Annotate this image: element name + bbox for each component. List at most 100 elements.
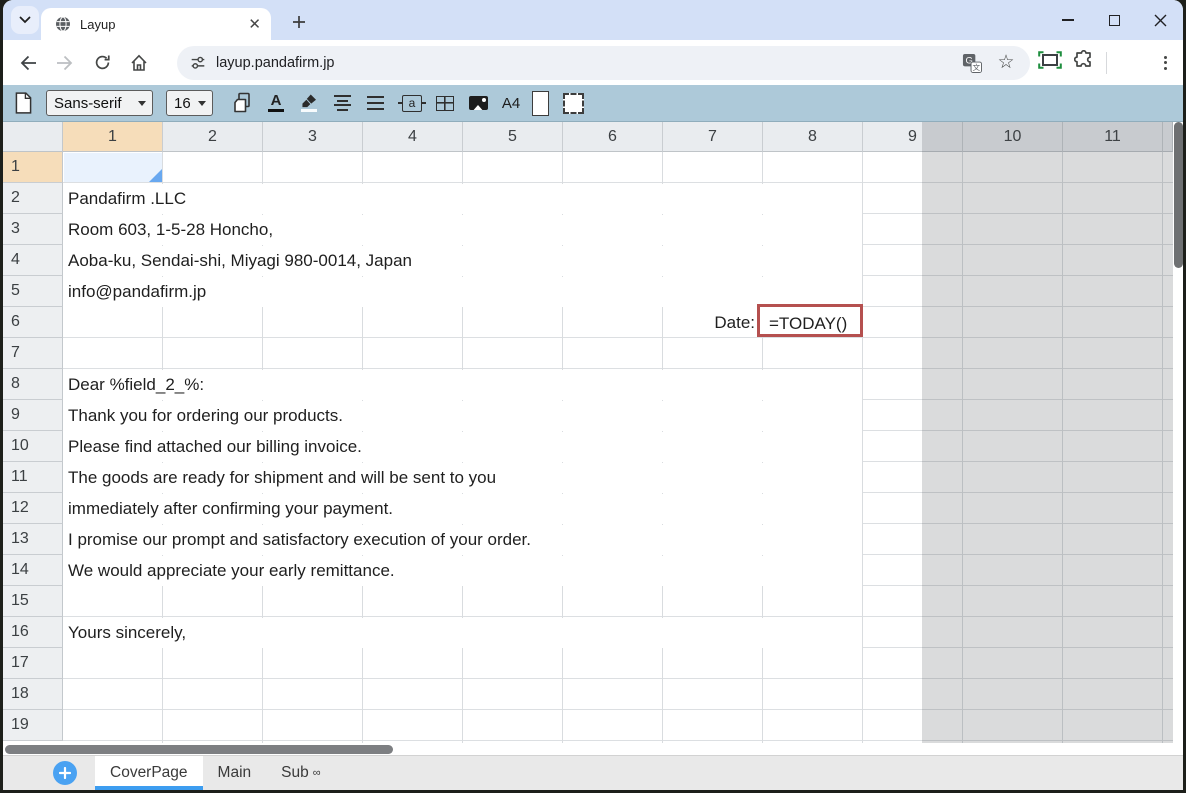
column-header-5[interactable]: 5 [463,122,563,152]
grid-corner-box[interactable] [3,122,63,152]
window-maximize-button[interactable] [1091,0,1137,40]
column-header-3[interactable]: 3 [263,122,363,152]
row-header-11[interactable]: 11 [3,462,63,493]
column-header-6[interactable]: 6 [563,122,663,152]
row-header-1[interactable]: 1 [3,152,63,183]
row-header-8[interactable]: 8 [3,369,63,400]
vertical-scrollbar-thumb[interactable] [1174,122,1183,268]
text-row-13[interactable]: I promise our prompt and satisfactory ex… [63,525,862,555]
window-minimize-button[interactable] [1045,0,1091,40]
row-header-5[interactable]: 5 [3,276,63,307]
font-family-select[interactable]: Sans-serif [46,90,153,116]
text-row-2[interactable]: Pandafirm .LLC [63,184,862,214]
column-header-2[interactable]: 2 [163,122,263,152]
spreadsheet-grid: 1234567891011 12345678910111213141516171… [3,122,1183,743]
row-header-12[interactable]: 12 [3,493,63,524]
insert-image-button[interactable] [468,96,488,110]
text-row-9[interactable]: Thank you for ordering our products. [63,401,862,431]
row-header-16[interactable]: 16 [3,617,63,648]
column-header-1[interactable]: 1 [63,122,163,152]
row-header-4[interactable]: 4 [3,245,63,276]
screen-capture-extension-button[interactable] [1038,51,1062,74]
browser-tabstrip: Layup ✕ [3,0,1183,40]
extensions-button[interactable] [1074,50,1094,75]
vertical-scrollbar[interactable] [1173,122,1183,743]
horizontal-scrollbar[interactable] [3,743,1183,755]
page-orientation-button[interactable] [530,91,550,116]
grid-canvas[interactable]: Pandafirm .LLCRoom 603, 1-5-28 Honcho,Ao… [63,152,1173,743]
browser-tab[interactable]: Layup ✕ [41,8,271,40]
globe-favicon-icon [55,16,71,32]
sheet-tab-sub[interactable]: Sub∞ [266,756,335,790]
row-header-15[interactable]: 15 [3,586,63,617]
shrink-to-fit-button[interactable]: a [402,95,422,112]
new-file-button[interactable] [13,92,33,114]
align-left-button[interactable] [332,95,352,111]
borders-button[interactable] [435,96,455,111]
column-header-filler [1163,122,1173,152]
sheet-tab-coverpage[interactable]: CoverPage [95,756,203,790]
row-header-14[interactable]: 14 [3,555,63,586]
forward-button[interactable] [52,50,78,76]
new-tab-button[interactable] [285,8,313,36]
url-bar[interactable]: layup.pandafirm.jp G 文 ☆ [177,46,1030,80]
row-header-10[interactable]: 10 [3,431,63,462]
back-arrow-icon [18,53,38,73]
font-color-button[interactable]: A [266,94,286,113]
bookmark-button[interactable]: ☆ [994,51,1018,75]
row-header-18[interactable]: 18 [3,679,63,710]
text-row-8[interactable]: Dear %field_2_%: [63,370,862,400]
browser-menu-button[interactable] [1158,56,1173,70]
row-header-3[interactable]: 3 [3,214,63,245]
text-row-5[interactable]: info@pandafirm.jp [63,277,862,307]
text-row-10[interactable]: Please find attached our billing invoice… [63,432,862,462]
row-header-9[interactable]: 9 [3,400,63,431]
row-header-6[interactable]: 6 [3,307,63,338]
window-close-button[interactable] [1137,0,1183,40]
text-row-3[interactable]: Room 603, 1-5-28 Honcho, [63,215,862,245]
line-spacing-button[interactable] [365,96,385,110]
home-icon [129,53,149,73]
text-row-11[interactable]: The goods are ready for shipment and wil… [63,463,862,493]
text-row-14[interactable]: We would appreciate your early remittanc… [63,556,862,586]
plus-icon [59,767,71,779]
tab-title: Layup [80,17,239,32]
row-header-2[interactable]: 2 [3,183,63,214]
row-header-7[interactable]: 7 [3,338,63,369]
back-button[interactable] [15,50,41,76]
url-text[interactable]: layup.pandafirm.jp [216,55,950,71]
cell-r6c7[interactable]: Date: [663,308,763,338]
column-header-10[interactable]: 10 [963,122,1063,152]
star-icon: ☆ [997,53,1014,72]
text-row-16[interactable]: Yours sincerely, [63,618,862,648]
column-header-8[interactable]: 8 [763,122,863,152]
tab-search-chevron-button[interactable] [11,6,39,34]
column-header-4[interactable]: 4 [363,122,463,152]
tab-close-icon[interactable]: ✕ [248,17,261,32]
add-sheet-button[interactable] [53,761,77,785]
column-header-7[interactable]: 7 [663,122,763,152]
text-row-4[interactable]: Aoba-ku, Sendai-shi, Miyagi 980-0014, Ja… [63,246,862,276]
print-area-button[interactable] [563,93,584,114]
row-header-19[interactable]: 19 [3,710,63,741]
font-size-select[interactable]: 16 [166,90,213,116]
horizontal-scrollbar-thumb[interactable] [5,745,393,754]
text-row-12[interactable]: immediately after confirming your paymen… [63,494,862,524]
image-icon [469,96,488,110]
selected-cell[interactable] [64,153,162,182]
profile-avatar[interactable]: S [1119,49,1146,76]
row-header-13[interactable]: 13 [3,524,63,555]
highlighted-formula-cell[interactable]: =TODAY() [757,304,863,337]
reload-button[interactable] [89,50,115,76]
copy-button[interactable] [232,92,253,114]
column-header-9[interactable]: 9 [863,122,963,152]
column-header-11[interactable]: 11 [1063,122,1163,152]
sheet-tab-main[interactable]: Main [203,756,267,790]
column-headers: 1234567891011 [63,122,1173,152]
row-header-17[interactable]: 17 [3,648,63,679]
svg-text:文: 文 [972,62,980,72]
fill-color-button[interactable] [299,94,319,113]
home-button[interactable] [126,50,152,76]
translate-button[interactable]: G 文 [960,51,984,75]
page-size-label[interactable]: A4 [501,95,521,112]
